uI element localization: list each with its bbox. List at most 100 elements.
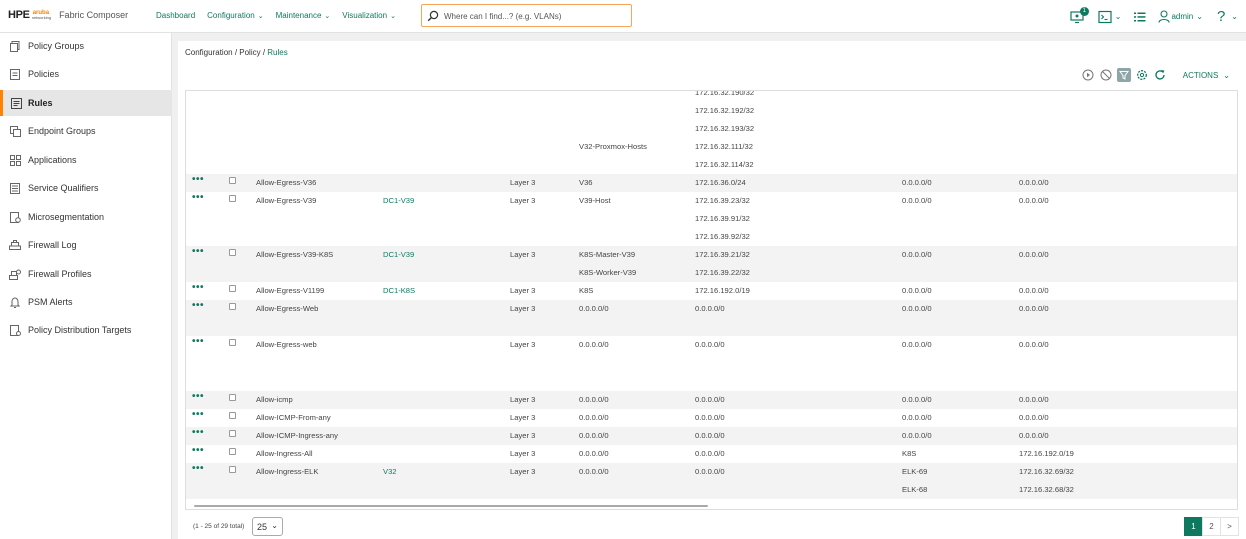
user-icon: [1158, 10, 1171, 23]
rule-name: Allow-icmp: [256, 395, 293, 404]
nav-dashboard[interactable]: Dashboard: [156, 11, 195, 20]
sidebar-item-applications[interactable]: Applications: [0, 147, 172, 173]
row-actions-menu-icon[interactable]: •••: [192, 427, 204, 438]
sidebar-item-rules[interactable]: Rules: [0, 90, 172, 116]
rule-type: Layer 3: [510, 196, 536, 205]
source-ip: 172.16.32.111/32: [695, 142, 753, 151]
sidebar-item-policies[interactable]: Policies: [0, 61, 172, 87]
nav-visualization[interactable]: Visualization ⌄: [342, 11, 396, 20]
settings-button[interactable]: [1135, 68, 1149, 82]
sidebar-item-firewall-log[interactable]: Firewall Log: [0, 232, 172, 258]
hpe-aruba-logo[interactable]: HPE aruba networking Fabric Composer: [8, 9, 128, 21]
sidebar-item-service-qualifiers[interactable]: Service Qualifiers: [0, 175, 172, 201]
notifications-button[interactable]: 1: [1070, 6, 1089, 24]
row-checkbox[interactable]: [229, 177, 236, 184]
table-row[interactable]: ••• Allow-Egress-Web Layer 3 0.0.0.0/0 0.0.0…: [186, 300, 1237, 336]
page-2-button[interactable]: 2: [1202, 517, 1221, 536]
nav-maintenance[interactable]: Maintenance ⌄: [276, 11, 331, 20]
actions-menu-button[interactable]: ACTIONS ⌄: [1183, 71, 1230, 80]
row-checkbox[interactable]: [229, 195, 236, 202]
row-actions-menu-icon[interactable]: •••: [192, 336, 204, 347]
source-ip: 0.0.0.0/0: [695, 395, 725, 404]
rule-vrf-link[interactable]: DC1-V39: [383, 250, 414, 259]
table-row[interactable]: V32-Proxmox-Hosts 172.16.32.190/32 172.16.…: [186, 90, 1237, 174]
table-row[interactable]: ••• Allow-Egress-V39 DC1-V39 Layer 3 V39-Hos…: [186, 192, 1237, 246]
table-row[interactable]: ••• Allow-Egress-V39-K8S DC1-V39 Layer 3 K8S…: [186, 246, 1237, 282]
sidebar-item-microsegmentation[interactable]: Microsegmentation: [0, 204, 172, 230]
row-checkbox[interactable]: [229, 448, 236, 455]
destination-endpoint: 0.0.0.0/0: [902, 395, 932, 404]
source-endpoint: K8S: [579, 286, 594, 295]
help-icon: ?: [1216, 8, 1226, 25]
list-view-button[interactable]: [1134, 11, 1146, 23]
table-row[interactable]: ••• Allow-Ingress-All Layer 3 0.0.0.0/0 0.0.…: [186, 445, 1237, 463]
next-page-button[interactable]: >: [1220, 517, 1239, 536]
table-row[interactable]: ••• Allow-Egress-web Layer 3 0.0.0.0/0 0.0.0…: [186, 336, 1237, 391]
rule-type: Layer 3: [510, 449, 536, 458]
row-actions-menu-icon[interactable]: •••: [192, 192, 204, 203]
row-actions-menu-icon[interactable]: •••: [192, 174, 204, 185]
row-actions-menu-icon[interactable]: •••: [192, 445, 204, 456]
sidebar-item-psm-alerts[interactable]: PSM Alerts: [0, 289, 172, 315]
table-row[interactable]: ••• Allow-Egress-V1199 DC1-K8S Layer 3 K8S 17…: [186, 282, 1237, 300]
rule-vrf-link[interactable]: V32: [383, 467, 397, 476]
row-checkbox[interactable]: [229, 394, 236, 401]
refresh-button[interactable]: [1153, 68, 1167, 82]
source-endpoint: 0.0.0.0/0: [579, 304, 609, 313]
filter-button[interactable]: [1116, 68, 1131, 82]
row-checkbox[interactable]: [229, 285, 236, 292]
source-ip: 172.16.192.0/19: [695, 286, 750, 295]
table-row[interactable]: ••• Allow-Ingress-ELK V32 Layer 3 0.0.0.0/0 0…: [186, 463, 1237, 499]
source-ip: 172.16.39.91/32: [695, 214, 750, 223]
rule-type: Layer 3: [510, 178, 536, 187]
table-row[interactable]: ••• Allow-icmp Layer 3 0.0.0.0/0 0.0.0.0/0 0.…: [186, 391, 1237, 409]
rule-vrf-link[interactable]: DC1-K8S: [383, 286, 415, 295]
row-checkbox[interactable]: [229, 249, 236, 256]
destination-ip: 0.0.0.0/0: [1019, 431, 1049, 440]
row-checkbox[interactable]: [229, 466, 236, 473]
row-checkbox[interactable]: [229, 303, 236, 310]
rule-name: Allow-ICMP-Ingress-any: [256, 431, 338, 440]
play-button[interactable]: [1081, 68, 1095, 82]
sidebar-item-endpoint-groups[interactable]: Endpoint Groups: [0, 118, 172, 144]
page-size-select[interactable]: 25 ⌄: [252, 517, 283, 536]
row-actions-menu-icon[interactable]: •••: [192, 463, 204, 474]
chevron-down-icon: ⌄: [1231, 12, 1238, 21]
row-actions-menu-icon[interactable]: •••: [192, 300, 204, 311]
sidebar-item-firewall-profiles[interactable]: Firewall Profiles: [0, 261, 172, 287]
logo-hpe: HPE: [8, 9, 30, 21]
row-actions-menu-icon[interactable]: •••: [192, 391, 204, 402]
sidebar-item-policy-distribution-targets[interactable]: Policy Distribution Targets: [0, 317, 172, 343]
help-menu-button[interactable]: ? ⌄: [1217, 8, 1238, 25]
row-checkbox[interactable]: [229, 412, 236, 419]
source-ip: 172.16.32.190/32: [695, 90, 755, 97]
row-actions-menu-icon[interactable]: •••: [192, 409, 204, 420]
table-row[interactable]: ••• Allow-ICMP-Ingress-any Layer 3 0.0.0.0/…: [186, 427, 1237, 445]
nav-configuration[interactable]: Configuration ⌄: [207, 11, 263, 20]
page-1-button[interactable]: 1: [1184, 517, 1203, 536]
user-menu-button[interactable]: admin ⌄: [1158, 10, 1203, 23]
rule-vrf-link[interactable]: DC1-V39: [383, 196, 414, 205]
table-row[interactable]: ••• Allow-Egress-V36 Layer 3 V36 172.16.36.0…: [186, 174, 1237, 192]
firewall-log-icon: [0, 240, 28, 250]
terminal-menu-button[interactable]: ⌄: [1098, 10, 1121, 24]
destination-endpoint: K8S: [902, 449, 917, 458]
breadcrumb-policy[interactable]: Policy: [239, 48, 260, 57]
row-checkbox[interactable]: [229, 430, 236, 437]
horizontal-scrollbar[interactable]: [194, 505, 708, 507]
global-search[interactable]: [421, 4, 632, 27]
play-icon: [1082, 69, 1094, 81]
logo-aruba-sub: networking: [31, 15, 52, 20]
source-endpoint: K8S-Worker-V39: [579, 268, 637, 277]
breadcrumb-configuration[interactable]: Configuration: [185, 48, 233, 57]
search-input[interactable]: [444, 9, 624, 23]
row-actions-menu-icon[interactable]: •••: [192, 246, 204, 257]
row-actions-menu-icon[interactable]: •••: [192, 282, 204, 293]
table-row[interactable]: ••• Allow-ICMP-From-any Layer 3 0.0.0.0/0 0.…: [186, 409, 1237, 427]
destination-endpoint: 0.0.0.0/0: [902, 250, 932, 259]
disable-button[interactable]: [1099, 68, 1113, 82]
row-checkbox[interactable]: [229, 339, 236, 346]
sidebar-item-policy-groups[interactable]: Policy Groups: [0, 33, 172, 59]
ban-icon: [1100, 69, 1112, 81]
vertical-scrollbar[interactable]: [1237, 207, 1238, 269]
